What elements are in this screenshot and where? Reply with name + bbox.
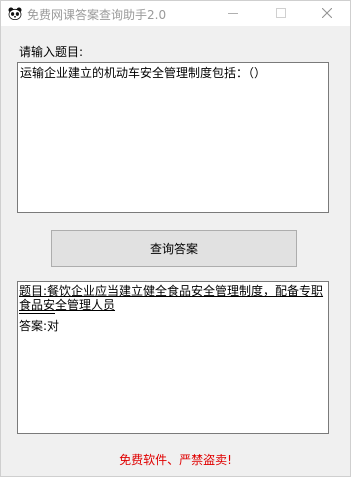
window-title: 免费网课答案查询助手2.0 xyxy=(27,8,167,22)
result-box[interactable]: 题目:餐饮企业应当建立健全食品安全管理制度，配备专职食品安全管理人员 答案:对 xyxy=(17,281,329,434)
footer-notice: 免费软件、严禁盗卖! xyxy=(119,453,232,467)
minimize-icon xyxy=(228,7,238,21)
close-button[interactable] xyxy=(304,1,350,26)
title-bar[interactable]: 免费网课答案查询助手2.0 xyxy=(1,1,350,26)
panda-icon xyxy=(8,7,22,21)
query-answer-button[interactable]: 查询答案 xyxy=(51,230,297,267)
result-question: 题目:餐饮企业应当建立健全食品安全管理制度，配备专职食品安全管理人员 xyxy=(19,284,324,312)
maximize-button[interactable] xyxy=(258,1,304,26)
main-window: 免费网课答案查询助手2.0 请输入题目: 运输企业建立的机动车安全管理制度包括：… xyxy=(0,0,351,477)
question-input-text[interactable]: 运输企业建立的机动车安全管理制度包括：（） xyxy=(20,65,266,81)
result-divider xyxy=(19,313,55,314)
question-prompt-label: 请输入题目: xyxy=(19,45,84,59)
close-icon xyxy=(321,7,333,21)
question-input[interactable]: 运输企业建立的机动车安全管理制度包括：（） xyxy=(17,62,329,213)
maximize-icon xyxy=(276,7,286,21)
result-answer: 答案:对 xyxy=(19,319,60,333)
minimize-button[interactable] xyxy=(210,1,256,26)
